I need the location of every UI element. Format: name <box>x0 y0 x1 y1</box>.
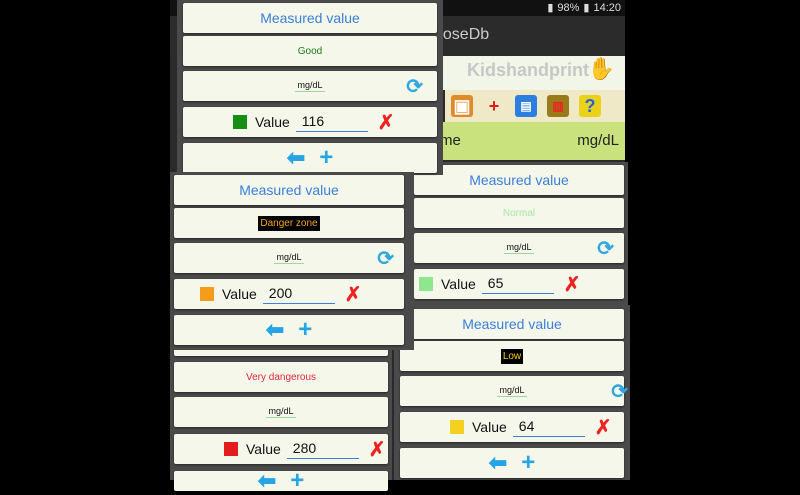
measured-value-dialog: Measured value Normal mg/dL ⟳ Value 65 ✗ <box>408 162 628 312</box>
status-label: Normal <box>502 207 536 219</box>
hand-icon: ✋ <box>587 56 615 81</box>
value-input[interactable]: 280 <box>286 440 359 459</box>
clock: 14:20 <box>593 1 621 14</box>
value-label: Value <box>246 441 281 457</box>
delete-icon[interactable]: ✗ <box>378 110 395 135</box>
unit-selector[interactable]: mg/dL <box>274 252 304 264</box>
banner-logo: Kidshandprint <box>467 60 589 80</box>
status-row: Low <box>400 341 624 371</box>
status-row: Normal <box>414 198 624 228</box>
battery-level: 98% <box>557 1 580 14</box>
unit-row[interactable]: mg/dL <box>174 397 388 427</box>
add-icon[interactable]: + <box>290 467 304 495</box>
dialog-title: Measured value <box>462 316 562 332</box>
dialog-title: Measured value <box>260 10 360 26</box>
unit-row[interactable]: mg/dL ⟳ <box>414 233 624 263</box>
status-color-swatch <box>200 287 214 301</box>
nav-row: ⬅ + <box>183 143 437 173</box>
status-row: Danger zone <box>174 208 404 238</box>
dialog-title-row: Measured value <box>400 309 624 339</box>
banner: Kidshandprint ✋ <box>425 56 625 90</box>
value-label: Value <box>472 419 507 435</box>
add-icon[interactable]: + <box>483 95 505 117</box>
unit-selector[interactable]: mg/dL <box>295 80 325 92</box>
value-label: Value <box>255 114 290 130</box>
unit-row[interactable]: mg/dL ⟳ <box>174 243 404 273</box>
help-icon[interactable]: ? <box>579 95 601 117</box>
refresh-icon[interactable]: ⟳ <box>611 379 628 404</box>
add-icon[interactable]: + <box>521 449 535 477</box>
delete-icon[interactable]: ✗ <box>369 437 386 462</box>
nav-row: ⬅ + <box>400 448 624 478</box>
back-arrow-icon[interactable]: ⬅ <box>489 450 507 476</box>
status-row: Very dangerous <box>174 362 388 392</box>
dialog-title: Measured value <box>469 172 569 188</box>
value-input[interactable]: 116 <box>295 113 368 132</box>
unit-selector[interactable]: mg/dL <box>497 385 527 397</box>
list-header-unit: mg/dL <box>577 132 619 149</box>
status-label: Good <box>297 45 323 57</box>
refresh-icon[interactable]: ⟳ <box>377 246 394 271</box>
value-row: Value 116 ✗ <box>183 107 437 137</box>
dialog-title: Measured value <box>239 182 339 198</box>
value-row: Value 280 ✗ <box>174 434 388 464</box>
status-color-swatch <box>419 277 433 291</box>
unit-selector[interactable]: mg/dL <box>504 242 534 254</box>
unit-selector[interactable]: mg/dL <box>266 406 296 418</box>
value-input[interactable]: 65 <box>481 275 554 294</box>
add-icon[interactable]: + <box>298 316 312 344</box>
value-label: Value <box>441 276 476 292</box>
list-header-name: me <box>440 132 461 149</box>
status-label: Very dangerous <box>245 371 317 383</box>
value-row: Value 65 ✗ <box>414 269 624 299</box>
delete-icon[interactable]: ✗ <box>564 272 581 297</box>
value-row: Value 200 ✗ <box>174 279 404 309</box>
delete-icon[interactable]: ✗ <box>345 282 362 307</box>
unit-row[interactable]: mg/dL ⟳ <box>183 71 437 101</box>
measured-value-dialog: Measured value Good mg/dL ⟳ Value 116 ✗ … <box>177 0 443 175</box>
measured-value-dialog: Measured value Low mg/dL ⟳ Value 64 ✗ ⬅ … <box>394 305 630 480</box>
toolbar: ▣ + ▤ ▥ ? <box>445 90 625 122</box>
status-label: Danger zone <box>258 215 320 231</box>
status-color-swatch <box>450 420 464 434</box>
status-label: Low <box>500 348 524 364</box>
back-arrow-icon[interactable]: ⬅ <box>287 145 305 171</box>
nav-row: ⬅ + <box>174 467 388 494</box>
chart-icon[interactable]: ▥ <box>547 95 569 117</box>
measured-value-dialog: Measured value Very dangerous mg/dL Valu… <box>170 334 392 494</box>
status-row: Good <box>183 36 437 66</box>
measured-value-dialog: Measured value Danger zone mg/dL ⟳ Value… <box>170 172 414 350</box>
value-input[interactable]: 64 <box>512 418 585 437</box>
list-header: me mg/dL <box>440 122 625 160</box>
dialog-title-row: Measured value <box>183 3 437 33</box>
value-row: Value 64 ✗ <box>400 412 624 442</box>
save-icon[interactable]: ▤ <box>515 95 537 117</box>
nav-row: ⬅ + <box>174 315 404 345</box>
dialog-title-row: Measured value <box>174 175 404 205</box>
signal-icon: ▮ <box>547 2 554 14</box>
value-label: Value <box>222 286 257 302</box>
dialog-title-row: Measured value <box>414 165 624 195</box>
refresh-icon[interactable]: ⟳ <box>406 74 423 99</box>
unit-row[interactable]: mg/dL ⟳ <box>400 376 628 406</box>
add-icon[interactable]: + <box>319 144 333 172</box>
refresh-icon[interactable]: ⟳ <box>597 236 614 261</box>
image-icon[interactable]: ▣ <box>451 95 473 117</box>
value-input[interactable]: 200 <box>262 285 335 304</box>
status-color-swatch <box>224 442 238 456</box>
back-arrow-icon[interactable]: ⬅ <box>258 468 276 494</box>
battery-icon: ▮ <box>583 2 590 14</box>
back-arrow-icon[interactable]: ⬅ <box>266 317 284 343</box>
status-color-swatch <box>233 115 247 129</box>
delete-icon[interactable]: ✗ <box>595 415 612 440</box>
